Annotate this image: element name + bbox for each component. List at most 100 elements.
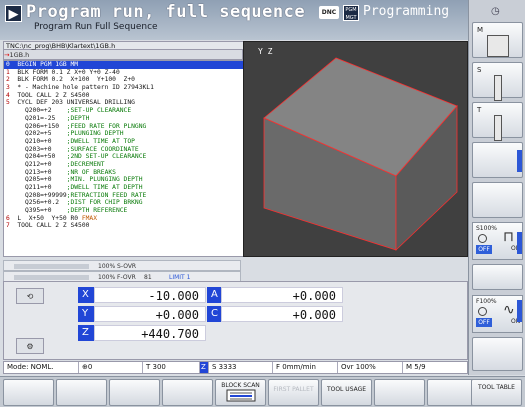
dnc-icon[interactable]: DNC xyxy=(319,6,339,19)
line-text: Q205=+0 xyxy=(6,176,67,184)
s-spindle-softkey[interactable]: S xyxy=(472,62,523,101)
status-tool-axis: Z xyxy=(200,362,209,373)
program-line[interactable]: 1 BLK FORM 0.1 Z X+0 Y+0 Z-40 xyxy=(4,69,260,77)
softkey-1[interactable] xyxy=(3,379,54,406)
spindle-icon xyxy=(494,75,502,101)
line-text: Q212=+0 xyxy=(6,160,67,168)
axis-a-label: A xyxy=(207,287,221,303)
softkey-8[interactable] xyxy=(374,379,425,406)
line-text: TOOL CALL 2 Z S4500 xyxy=(9,91,90,99)
line-comment: ;MIN. PLUNGING DEPTH xyxy=(66,176,143,184)
first-pallet-softkey: FIRST PALLET xyxy=(268,379,319,406)
feed-override-softkey[interactable]: F100% ∿ OFF ON xyxy=(472,295,523,333)
horizontal-softkey-bar: BLOCK SCAN FIRST PALLET TOOL USAGE TOOL … xyxy=(0,376,525,407)
program-line[interactable]: 2 BLK FORM 0.2 X+100 Y+100 Z+0 xyxy=(4,76,260,84)
block-scan-label: BLOCK SCAN xyxy=(221,382,260,389)
line-text: * - Machine hole pattern ID 27943KL1 xyxy=(9,84,154,92)
line-text: Q395=+0 xyxy=(6,207,67,215)
feed-override-title: F100% xyxy=(476,298,497,305)
program-listing[interactable]: 0 BEGIN PGM 1GB MM 1 BLK FORM 0.1 Z X+0 Y… xyxy=(3,60,261,257)
program-line[interactable]: Q213=+0 ;NR OF BREAKS xyxy=(4,169,260,177)
program-line[interactable]: 6 L X+50 Y+50 R0 FMAX xyxy=(4,215,260,223)
pgm-mgt-icon[interactable]: PGM MGT xyxy=(343,5,359,21)
feed-override-bar xyxy=(14,275,89,280)
block-scan-softkey[interactable]: BLOCK SCAN xyxy=(215,379,266,406)
tool-usage-softkey[interactable]: TOOL USAGE xyxy=(321,379,372,406)
line-text: Q208=+99999 xyxy=(6,191,67,199)
line-keyword: FMAX xyxy=(81,214,97,222)
line-text: Q201=-25 xyxy=(6,114,67,122)
program-line[interactable]: Q206=+150 ;FEED RATE FOR PLNGNG xyxy=(4,123,260,131)
file-path: TNC:\nc_prog\BHB\Klartext\1GB.h xyxy=(3,41,263,50)
clock-icon: ◷ xyxy=(491,6,500,17)
line-text: Q204=+50 xyxy=(6,153,67,161)
spindle-override-title: S100% xyxy=(476,225,497,232)
program-line[interactable]: Q211=+0 ;DWELL TIME AT DEPTH xyxy=(4,184,260,192)
empty-softkey-1[interactable] xyxy=(472,142,523,178)
feed-dial-icon xyxy=(478,307,487,316)
spindle-override-softkey[interactable]: S100% ⊓ OFF ON xyxy=(472,222,523,260)
program-line[interactable]: Q212=+0 ;DECREMENT xyxy=(4,161,260,169)
line-text: Q203=+0 xyxy=(6,145,67,153)
workpiece-graphic xyxy=(263,57,458,251)
spindle-override-icon: ⊓ xyxy=(503,229,514,245)
program-run-icon: ▶ xyxy=(5,5,22,22)
program-line[interactable]: 4 TOOL CALL 2 Z S4500 xyxy=(4,92,260,100)
status-dial: ⊕0 xyxy=(79,362,143,373)
line-comment: ;NR OF BREAKS xyxy=(66,168,116,176)
program-line[interactable]: 3 * - Machine hole pattern ID 27943KL1 xyxy=(4,84,260,92)
softkey-2[interactable] xyxy=(56,379,107,406)
first-pallet-label: FIRST PALLET xyxy=(273,386,314,393)
program-line[interactable]: Q256=+0.2 ;DIST FOR CHIP BRKNG xyxy=(4,199,260,207)
program-line[interactable]: Q395=+0 ;DEPTH REFERENCE xyxy=(4,207,260,215)
line-comment: ;RETRACTION FEED RATE xyxy=(66,191,147,199)
t-tool-softkey[interactable]: T xyxy=(472,102,523,141)
axis-z-value: +440.700 xyxy=(94,325,206,341)
line-comment: ;SET-UP CLEARANCE xyxy=(66,107,132,115)
line-text: Q200=+2 xyxy=(6,107,67,115)
softkey-3[interactable] xyxy=(109,379,160,406)
line-text: BLK FORM 0.2 X+100 Y+100 Z+0 xyxy=(9,76,135,84)
view-toggle-icon[interactable]: ⟲ xyxy=(16,288,44,304)
line-comment: ;DEPTH xyxy=(66,114,90,122)
program-line[interactable]: Q210=+0 ;DWELL TIME AT TOP xyxy=(4,138,260,146)
empty-softkey-2[interactable] xyxy=(472,182,523,218)
file-tab[interactable]: →1GB.h xyxy=(3,50,243,60)
machine-head-icon xyxy=(487,35,509,57)
empty-softkey-4[interactable] xyxy=(472,337,523,371)
program-line[interactable]: 5 CYCL DEF 203 UNIVERSAL DRILLING xyxy=(4,99,260,107)
softkey-4[interactable] xyxy=(162,379,213,406)
feed-override-off[interactable]: OFF xyxy=(476,318,492,327)
line-comment: ;SURFACE COORDINATE xyxy=(66,145,139,153)
program-line[interactable]: 7 TOOL CALL 2 Z S4500 xyxy=(4,222,260,230)
line-text: BEGIN PGM 1GB MM xyxy=(9,61,79,68)
program-line[interactable]: 0 BEGIN PGM 1GB MM xyxy=(4,61,260,69)
program-line[interactable]: Q200=+2 ;SET-UP CLEARANCE xyxy=(4,107,260,115)
sidebar-page-marker-3 xyxy=(517,300,522,322)
program-line[interactable]: Q203=+0 ;SURFACE COORDINATE xyxy=(4,146,260,154)
3d-view[interactable] xyxy=(243,41,468,257)
line-comment: ;2ND SET-UP CLEARANCE xyxy=(66,153,147,161)
file-tab-label: 1GB.h xyxy=(9,51,30,59)
tool-table-softkey[interactable]: TOOL TABLE xyxy=(471,379,522,406)
program-line[interactable]: Q201=-25 ;DEPTH xyxy=(4,115,260,123)
empty-softkey-3[interactable] xyxy=(472,264,523,290)
line-comment: ;DWELL TIME AT TOP xyxy=(66,137,135,145)
spindle-override-off[interactable]: OFF xyxy=(476,245,492,254)
m-function-softkey[interactable]: M xyxy=(472,22,523,58)
axis-z-label: Z xyxy=(78,325,94,341)
axis-a-value: +0.000 xyxy=(221,287,343,303)
program-line[interactable]: Q208=+99999;RETRACTION FEED RATE xyxy=(4,192,260,200)
programming-mode-label[interactable]: Programming xyxy=(363,4,449,19)
axis-x-label: X xyxy=(78,287,94,303)
axis-indicator: Y Z xyxy=(258,47,273,56)
feed-wave-icon: ∿ xyxy=(503,302,515,318)
machine-icon[interactable]: ⚙ xyxy=(16,338,44,354)
spindle-override-bar xyxy=(14,264,89,269)
axis-x-value: -10.000 xyxy=(94,287,206,303)
program-line[interactable]: Q205=+0 ;MIN. PLUNGING DEPTH xyxy=(4,176,260,184)
line-text: Q210=+0 xyxy=(6,137,67,145)
program-line[interactable]: Q204=+50 ;2ND SET-UP CLEARANCE xyxy=(4,153,260,161)
program-line[interactable]: Q202=+5 ;PLUNGING DEPTH xyxy=(4,130,260,138)
line-comment: ;PLUNGING DEPTH xyxy=(66,130,124,138)
